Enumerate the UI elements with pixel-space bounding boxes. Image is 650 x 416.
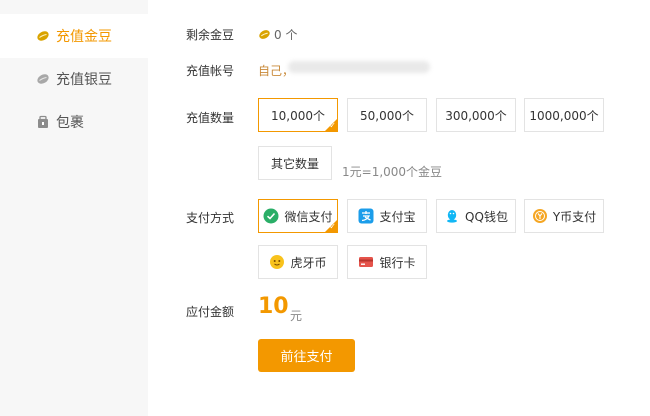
option-label: 银行卡 xyxy=(379,255,416,270)
option-label: 50,000个 xyxy=(360,108,414,123)
sidebar-item-package[interactable]: 包裹 xyxy=(0,100,148,144)
bank-card-icon xyxy=(359,257,374,267)
balance-label: 剩余金豆 xyxy=(186,28,235,42)
sidebar-item-label: 包裹 xyxy=(56,115,84,131)
quantity-label: 充值数量 xyxy=(186,111,235,125)
go-to-pay-button[interactable]: 前往支付 xyxy=(258,339,355,372)
sidebar-item-label: 充值银豆 xyxy=(56,72,112,88)
payment-option-alipay[interactable]: 支付宝 xyxy=(347,199,427,233)
payment-option-bank-card[interactable]: 银行卡 xyxy=(347,245,427,279)
quantity-option-other[interactable]: 其它数量 xyxy=(258,146,332,180)
ycoin-icon xyxy=(532,209,547,223)
package-icon xyxy=(38,115,48,128)
option-label: Y币支付 xyxy=(552,209,597,224)
sidebar-item-silver-beans[interactable]: 充值银豆 xyxy=(0,57,148,101)
account-label: 充值帐号 xyxy=(186,64,235,78)
gold-bean-icon xyxy=(37,31,49,41)
qq-penguin-icon xyxy=(447,210,458,223)
amount-label: 应付金额 xyxy=(186,305,235,319)
payment-option-wechat[interactable]: 微信支付 ✓ xyxy=(258,199,338,233)
option-label: 300,000个 xyxy=(445,108,507,123)
selected-check-icon: ✓ xyxy=(325,220,337,232)
quantity-option-300000[interactable]: 300,000个 xyxy=(436,98,516,132)
balance-value-wrap: 0 个 xyxy=(258,26,297,43)
exchange-rate: 1元=1,000个金豆 xyxy=(342,165,443,179)
wechat-icon xyxy=(263,208,279,224)
sidebar-item-label: 充值金豆 xyxy=(56,29,112,45)
quantity-option-10000[interactable]: 10,000个 ✓ xyxy=(258,98,338,132)
recharge-panel: 剩余金豆 0 个 充值帐号 自己， 充值数量 10,000个 ✓ 50,000个… xyxy=(148,0,650,416)
option-label: QQ钱包 xyxy=(465,209,508,224)
selected-check-icon: ✓ xyxy=(325,119,337,131)
sidebar-item-gold-beans[interactable]: 充值金豆 xyxy=(0,14,148,58)
option-label: 支付宝 xyxy=(379,209,416,224)
payment-option-huya-coin[interactable]: 虎牙币 xyxy=(258,245,338,279)
silver-bean-icon xyxy=(37,74,49,84)
option-label: 其它数量 xyxy=(270,156,319,171)
option-label: 1000,000个 xyxy=(529,108,599,123)
balance-value: 0 个 xyxy=(274,28,298,42)
payment-option-qq-wallet[interactable]: QQ钱包 xyxy=(436,199,516,233)
option-label: 虎牙币 xyxy=(290,255,327,270)
amount-value: 10 xyxy=(258,294,289,319)
option-label: 10,000个 xyxy=(271,108,325,123)
payment-option-ycoin[interactable]: Y币支付 xyxy=(524,199,604,233)
quantity-option-1000000[interactable]: 1000,000个 xyxy=(524,98,604,132)
huya-coin-icon xyxy=(270,255,285,269)
amount-unit: 元 xyxy=(290,309,303,323)
payment-label: 支付方式 xyxy=(186,211,235,225)
sidebar: 充值金豆 充值银豆 包裹 xyxy=(0,0,148,416)
gold-bean-icon xyxy=(259,30,270,39)
alipay-icon xyxy=(358,208,374,224)
account-redacted xyxy=(288,61,430,73)
quantity-option-50000[interactable]: 50,000个 xyxy=(347,98,427,132)
